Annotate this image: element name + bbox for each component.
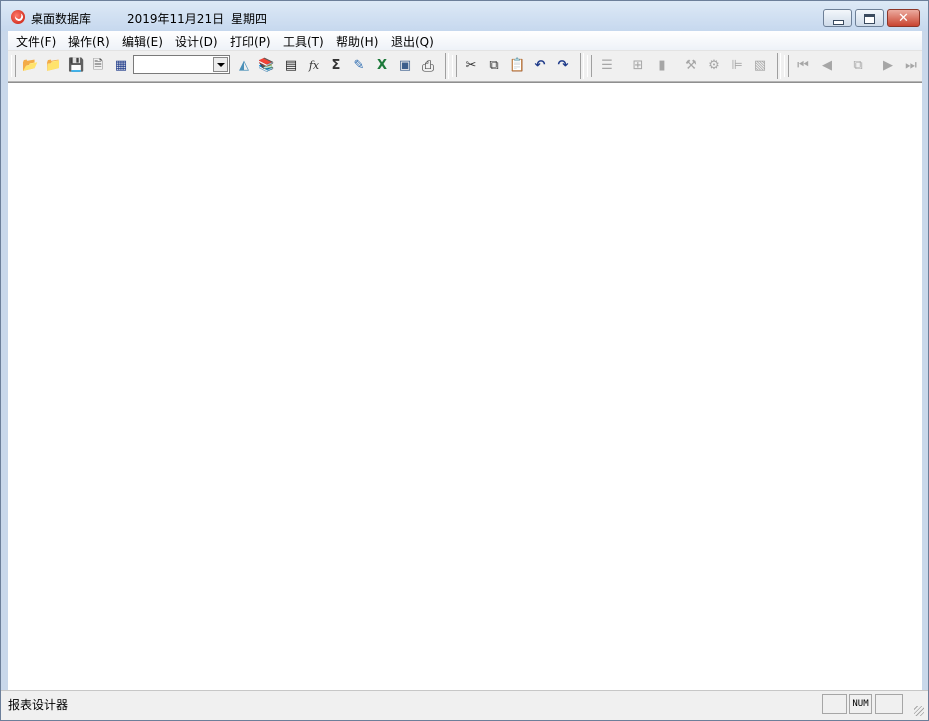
excel-icon[interactable]: X [374,58,390,74]
undo-icon[interactable]: ↶ [532,58,548,74]
list-icon[interactable]: ☰ [599,58,615,74]
copy-icon[interactable]: ⧉ [486,58,502,74]
menu-help[interactable]: 帮助(H) [336,33,378,50]
open-icon[interactable]: 📁 [45,58,61,74]
toolbar-grip[interactable] [587,55,592,77]
num-lock-indicator: NUM [849,694,872,714]
save-icon[interactable]: 💾 [68,58,84,74]
layout-icon[interactable]: ⊞ [630,58,646,74]
edit-icon[interactable]: ✎ [351,58,367,74]
cut-icon[interactable]: ✂ [463,58,479,74]
redo-icon[interactable]: ↷ [555,58,571,74]
menu-print[interactable]: 打印(P) [230,33,271,50]
resize-grip-icon[interactable] [914,706,924,716]
toolbar-grip[interactable] [784,55,789,77]
toolbar: 📂 📁 💾 🗎 ▦ ◭ 📚 ▤ fx Σ ✎ X ▣ ⎙ ✂ ⧉ 📋 ↶ ↷ ☰… [8,50,922,82]
first-record-icon[interactable]: ⏮ [795,58,811,74]
chevron-down-icon[interactable] [213,57,228,72]
status-bar: 报表设计器 NUM [1,690,928,720]
toolbar-grip[interactable] [11,55,16,77]
title-date: 2019年11月21日 [127,12,225,26]
print-icon[interactable]: ⎙ [420,58,436,74]
toolbar-grip[interactable] [452,55,457,77]
menu-file[interactable]: 文件(F) [16,33,56,50]
menu-design[interactable]: 设计(D) [175,33,218,50]
app-logo-icon[interactable] [11,10,25,24]
database-icon[interactable]: ◭ [236,58,252,74]
function-icon[interactable]: fx [306,58,322,74]
toolbar-separator [777,53,781,79]
status-pane [875,694,903,714]
sum-icon[interactable]: Σ [328,58,344,74]
stack-icon[interactable]: ▧ [752,58,768,74]
minimize-button[interactable] [823,9,852,27]
app-title: 桌面数据库 [31,12,92,26]
last-record-icon[interactable]: ⏭ [903,58,919,74]
paste-icon[interactable]: 📋 [509,58,525,74]
menu-edit[interactable]: 编辑(E) [122,33,163,50]
workspace-area[interactable] [8,82,922,690]
tools-icon[interactable]: ⚒ [683,58,699,74]
copy-record-icon[interactable]: ⧉ [850,58,866,74]
prev-record-icon[interactable]: ◀ [819,58,835,74]
toolbar-separator [580,53,584,79]
grid-icon[interactable]: ▤ [283,58,299,74]
maximize-button[interactable] [855,9,884,27]
title-bar[interactable]: 桌面数据库 2019年11月21日 星期四 [1,1,928,31]
menu-operate[interactable]: 操作(R) [68,33,110,50]
menu-tools[interactable]: 工具(T) [283,33,324,50]
align-icon[interactable]: ⊫ [729,58,745,74]
status-pane [822,694,847,714]
title-weekday: 星期四 [231,12,268,26]
table-icon[interactable]: ▦ [113,58,129,74]
status-text: 报表设计器 [8,698,69,712]
close-button[interactable] [887,9,920,27]
app-window: 桌面数据库 2019年11月21日 星期四 文件(F) 操作(R) 编辑(E) … [0,0,929,721]
open-folder-icon[interactable]: 📂 [22,58,38,74]
toolbar-separator [445,53,449,79]
menu-exit[interactable]: 退出(Q) [391,33,434,50]
archive-icon[interactable]: ▣ [397,58,413,74]
settings-icon[interactable]: ⚙ [706,58,722,74]
books-icon[interactable]: 📚 [258,58,274,74]
page-icon[interactable]: ▮ [654,58,670,74]
save-as-icon[interactable]: 🗎 [90,58,106,74]
next-record-icon[interactable]: ▶ [880,58,896,74]
table-select-combo[interactable] [133,55,230,74]
menu-bar: 文件(F) 操作(R) 编辑(E) 设计(D) 打印(P) 工具(T) 帮助(H… [8,31,922,50]
